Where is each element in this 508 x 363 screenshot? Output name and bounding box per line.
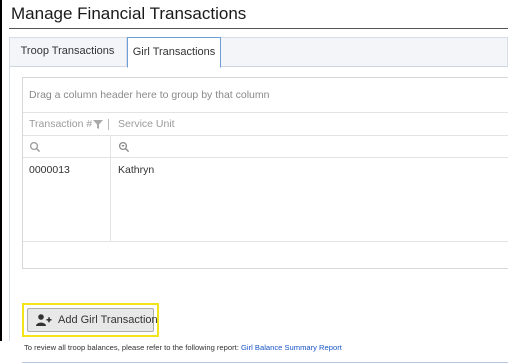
column-header-service-unit[interactable]: Service Unit (118, 113, 175, 135)
column-divider (110, 136, 111, 241)
search-icon[interactable] (29, 141, 41, 153)
report-note-text: To review all troop balances, please ref… (24, 343, 239, 352)
add-button-highlight: Add Girl Transaction (22, 303, 159, 337)
title-divider (9, 28, 508, 29)
add-user-icon (36, 314, 52, 326)
column-resize-handle[interactable] (108, 119, 109, 130)
add-button-label: Add Girl Transaction (58, 314, 158, 326)
page-title: Manage Financial Transactions (11, 4, 247, 23)
group-by-panel[interactable]: Drag a column header here to group by th… (23, 78, 508, 112)
transactions-tabs: Troop Transactions Girl Transactions Dra… (9, 37, 508, 363)
grid-footer (23, 241, 508, 269)
tab-strip: Troop Transactions Girl Transactions (9, 37, 508, 68)
window-edge (0, 0, 2, 341)
filter-funnel-icon[interactable] (93, 120, 103, 129)
grid-filter-row (23, 136, 508, 158)
tab-content: Drag a column header here to group by th… (9, 66, 508, 363)
grid-empty-area (23, 182, 508, 241)
cell-transaction-number: 0000013 (29, 164, 70, 176)
report-note: To review all troop balances, please ref… (24, 343, 342, 352)
transactions-grid: Drag a column header here to group by th… (22, 77, 508, 269)
grid-header-row: Transaction # Service Unit (23, 112, 508, 136)
table-row[interactable]: 0000013 Kathryn (23, 158, 508, 182)
search-options-icon[interactable] (118, 141, 130, 153)
cell-service-unit: Kathryn (118, 164, 155, 176)
add-girl-transaction-button[interactable]: Add Girl Transaction (27, 308, 158, 332)
girl-balance-report-link[interactable]: Girl Balance Summary Report (241, 343, 342, 352)
tab-girl-transactions[interactable]: Girl Transactions (127, 37, 221, 68)
column-header-transaction-number[interactable]: Transaction # (29, 113, 92, 135)
tab-troop-transactions[interactable]: Troop Transactions (9, 37, 127, 67)
